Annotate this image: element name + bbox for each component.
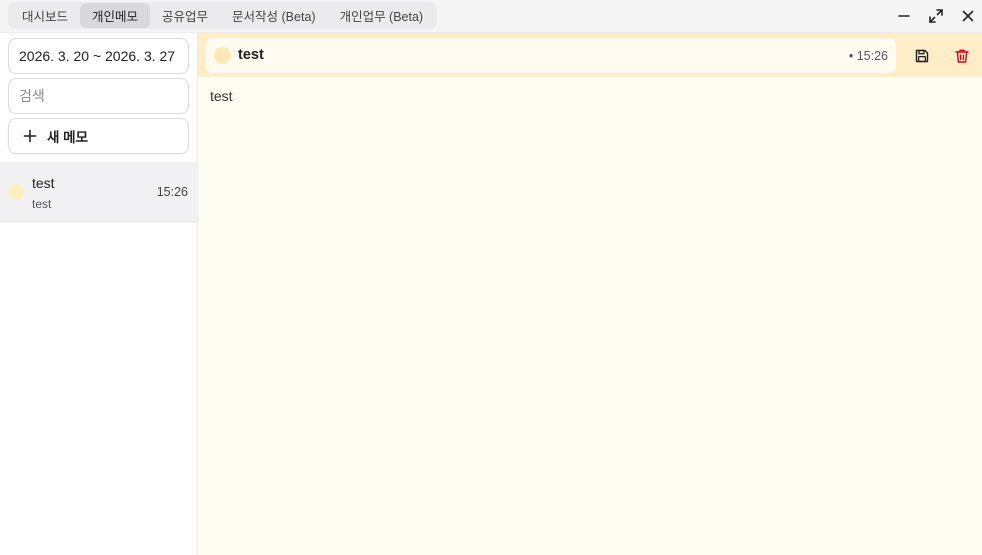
save-icon [915, 49, 929, 63]
search-input[interactable] [19, 88, 178, 104]
memo-color-picker[interactable] [214, 47, 231, 64]
memo-updated-time: • 15:26 [848, 49, 888, 63]
memo-list-item[interactable]: test test 15:26 [0, 162, 197, 222]
memo-editor: test • 15:26 test [198, 33, 982, 555]
trash-icon [955, 49, 969, 63]
tab-shared-work[interactable]: 공유업무 [150, 3, 220, 28]
memo-title: test [32, 175, 55, 191]
date-range-picker[interactable]: 2026. 3. 20 ~ 2026. 3. 27 [8, 38, 189, 74]
memo-color-dot [8, 184, 24, 200]
date-range-text: 2026. 3. 20 ~ 2026. 3. 27 [19, 48, 176, 64]
maximize-button[interactable] [924, 4, 948, 28]
editor-header: test • 15:26 [198, 33, 982, 77]
editor-title-bar: test • 15:26 [206, 38, 896, 73]
minimize-icon [898, 15, 910, 17]
memo-sidebar: 2026. 3. 20 ~ 2026. 3. 27 새 메모 test test… [0, 33, 198, 555]
save-button[interactable] [911, 45, 933, 67]
tab-personal-memo[interactable]: 개인메모 [80, 3, 151, 28]
memo-time: 15:26 [156, 185, 188, 199]
close-button[interactable] [956, 4, 980, 28]
maximize-icon [929, 9, 943, 23]
close-icon [962, 10, 974, 22]
memo-title-input[interactable]: test [238, 47, 264, 63]
search-box[interactable] [8, 78, 189, 114]
delete-button[interactable] [951, 45, 973, 67]
memo-content-editor[interactable]: test [210, 88, 233, 104]
new-memo-label: 새 메모 [47, 130, 89, 145]
tab-bar: 대시보드 개인메모 공유업무 문서작성 (Beta) 개인업무 (Beta) [8, 2, 438, 29]
top-bar: 대시보드 개인메모 공유업무 문서작성 (Beta) 개인업무 (Beta) [0, 0, 982, 33]
new-memo-button[interactable]: 새 메모 [8, 118, 189, 154]
tab-personal-work[interactable]: 개인업무 (Beta) [328, 3, 436, 28]
minimize-button[interactable] [892, 4, 916, 28]
plus-icon [23, 129, 37, 143]
tab-document-writing[interactable]: 문서작성 (Beta) [220, 3, 328, 28]
tab-dashboard[interactable]: 대시보드 [10, 3, 80, 28]
memo-preview: test [32, 197, 52, 211]
